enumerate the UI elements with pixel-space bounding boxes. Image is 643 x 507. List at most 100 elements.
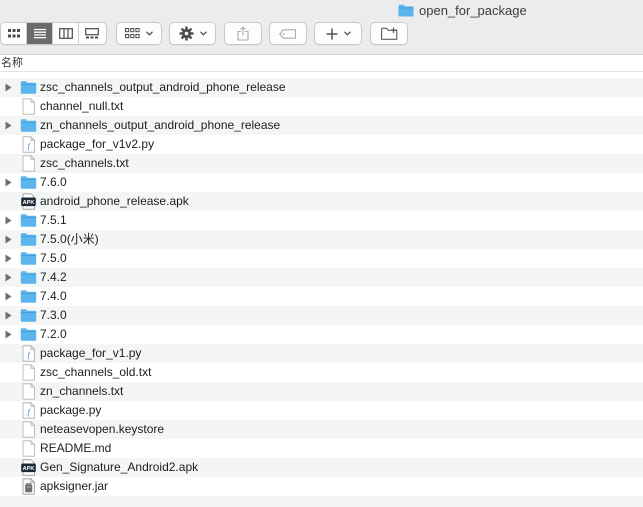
folder-icon [20, 174, 37, 191]
file-row[interactable]: zsc_channels.txt [0, 154, 643, 173]
add-button[interactable] [314, 22, 362, 45]
window-title: open_for_package [398, 2, 527, 18]
text-file-icon [20, 364, 37, 381]
group-by-button[interactable] [116, 22, 162, 45]
file-row[interactable]: 7.4.2 [0, 268, 643, 287]
file-row[interactable]: 7.3.0 [0, 306, 643, 325]
grid-group-icon [125, 28, 140, 39]
disclosure-triangle-icon[interactable] [4, 325, 12, 344]
list-view-button[interactable] [27, 23, 53, 44]
column-view-button[interactable] [53, 23, 79, 44]
file-row[interactable]: zsc_channels_old.txt [0, 363, 643, 382]
apk-file-icon: APK [20, 459, 37, 476]
file-row[interactable]: channel_null.txt [0, 97, 643, 116]
file-row[interactable]: 7.5.0 [0, 249, 643, 268]
file-name: 7.6.0 [40, 175, 67, 189]
file-row[interactable]: 7.2.0 [0, 325, 643, 344]
file-row[interactable]: apksigner.jar [0, 477, 643, 496]
folder-icon [20, 212, 37, 229]
disclosure-triangle-icon[interactable] [4, 249, 12, 268]
file-row[interactable]: zsc_channels_output_android_phone_releas… [0, 78, 643, 97]
chevron-down-icon [146, 31, 153, 36]
file-name: package.py [40, 403, 102, 417]
file-name: zn_channels.txt [40, 384, 124, 398]
file-name: 7.5.0(小米) [40, 232, 99, 246]
tag-icon [279, 28, 297, 39]
svg-text:APK: APK [23, 466, 35, 472]
view-mode-control [0, 22, 107, 45]
name-column-header[interactable]: 名称 [0, 55, 643, 72]
file-row[interactable]: 7.6.0 [0, 173, 643, 192]
file-name: apksigner.jar [40, 479, 109, 493]
python-file-icon: f [20, 136, 37, 153]
file-name: Gen_Signature_Android2.apk [40, 460, 199, 474]
folder-icon [20, 231, 37, 248]
folder-icon [20, 326, 37, 343]
name-column-label: 名称 [1, 57, 23, 69]
file-name: neteasevopen.keystore [40, 422, 165, 436]
file-name: zsc_channels.txt [40, 156, 129, 170]
icon-view-icon [7, 29, 20, 38]
apk-file-icon: APK [20, 193, 37, 210]
file-row[interactable]: 7.4.0 [0, 287, 643, 306]
icon-view-button[interactable] [1, 23, 27, 44]
share-icon [237, 26, 249, 41]
file-name: 7.2.0 [40, 327, 67, 341]
file-row[interactable]: f package_for_v1.py [0, 344, 643, 363]
text-file-icon [20, 421, 37, 438]
file-row[interactable]: f package_for_v1v2.py [0, 135, 643, 154]
disclosure-triangle-icon[interactable] [4, 78, 12, 97]
column-view-icon [58, 28, 73, 39]
jar-file-icon [20, 478, 37, 495]
file-name: 7.4.0 [40, 289, 67, 303]
python-file-icon: f [20, 402, 37, 419]
file-name: 7.3.0 [40, 308, 67, 322]
file-row[interactable]: f package.py [0, 401, 643, 420]
file-name: zsc_channels_old.txt [40, 365, 152, 379]
folder-icon [20, 250, 37, 267]
list-view-icon [33, 28, 46, 39]
share-button[interactable] [224, 22, 262, 45]
file-row[interactable]: 7.5.1 [0, 211, 643, 230]
folder-icon [20, 288, 37, 305]
file-name: zsc_channels_output_android_phone_releas… [40, 80, 286, 94]
disclosure-triangle-icon[interactable] [4, 116, 12, 135]
file-row[interactable]: 7.5.0(小米) [0, 230, 643, 249]
title-folder-icon [398, 4, 414, 16]
action-button[interactable] [169, 22, 216, 45]
file-row[interactable]: APK android_phone_release.apk [0, 192, 643, 211]
file-row[interactable]: README.md [0, 439, 643, 458]
disclosure-triangle-icon[interactable] [4, 268, 12, 287]
svg-text:APK: APK [23, 200, 35, 206]
file-name: package_for_v1v2.py [40, 137, 155, 151]
chevron-down-icon [199, 31, 207, 36]
file-name: 7.5.0 [40, 251, 67, 265]
python-file-icon: f [20, 345, 37, 362]
folder-icon [20, 307, 37, 324]
gallery-view-button[interactable] [79, 23, 105, 44]
file-row[interactable]: zn_channels_output_android_phone_release [0, 116, 643, 135]
gallery-view-icon [85, 28, 99, 39]
plus-icon [326, 28, 337, 39]
folder-icon [20, 117, 37, 134]
file-list: zsc_channels_output_android_phone_releas… [0, 78, 643, 507]
file-row[interactable]: neteasevopen.keystore [0, 420, 643, 439]
file-name: 7.4.2 [40, 270, 67, 284]
new-folder-icon [380, 27, 397, 40]
file-name: 7.5.1 [40, 213, 67, 227]
chevron-down-icon [343, 31, 351, 36]
disclosure-triangle-icon[interactable] [4, 173, 12, 192]
text-file-icon [20, 383, 37, 400]
file-name: android_phone_release.apk [40, 194, 189, 208]
file-row[interactable]: zn_channels.txt [0, 382, 643, 401]
disclosure-triangle-icon[interactable] [4, 211, 12, 230]
disclosure-triangle-icon[interactable] [4, 287, 12, 306]
file-name: zn_channels_output_android_phone_release [40, 118, 281, 132]
file-row[interactable]: APK Gen_Signature_Android2.apk [0, 458, 643, 477]
empty-list-row [0, 496, 643, 507]
disclosure-triangle-icon[interactable] [4, 230, 12, 249]
tag-button[interactable] [269, 22, 307, 45]
new-folder-button[interactable] [370, 22, 408, 45]
text-file-icon [20, 98, 37, 115]
disclosure-triangle-icon[interactable] [4, 306, 12, 325]
